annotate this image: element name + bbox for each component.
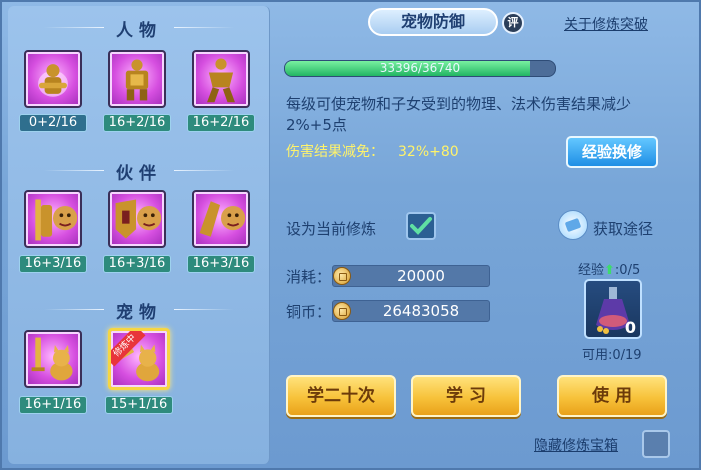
hide-chest-label: 隐藏修炼宝箱	[534, 438, 618, 454]
skill-level: 15+1/16	[105, 396, 173, 414]
hide-chest-checkbox[interactable]	[642, 430, 670, 458]
learn-twenty-button[interactable]: 学二十次	[286, 375, 396, 417]
exp-exchange-button[interactable]: 经验换修	[566, 136, 658, 168]
reduction-value: 32%+80	[398, 144, 459, 160]
up-arrow-icon: ⬆	[604, 263, 615, 278]
detail-panel: 宠物防御 评 关于修炼突破 33396/36740 每级可使宠物和子女受到的物理…	[272, 0, 701, 470]
skill-level: 16+3/16	[19, 255, 87, 273]
skill-partner-3[interactable]	[192, 190, 250, 248]
skill-level: 16+3/16	[187, 255, 255, 273]
pet-sword-cat-icon	[31, 337, 73, 381]
skill-character-2[interactable]	[108, 50, 166, 108]
available-count: 可用:0/19	[582, 348, 642, 363]
skill-character-3[interactable]	[192, 50, 250, 108]
checkmark-icon	[410, 217, 432, 235]
partner-shield-icon	[115, 199, 162, 239]
potion-count: 0	[624, 318, 636, 337]
coin-icon	[333, 267, 351, 285]
partner-gauntlet-icon	[199, 201, 246, 237]
skill-pet-2[interactable]: 修炼中	[108, 328, 170, 390]
skill-level: 16+2/16	[103, 114, 171, 132]
partner-sword-icon	[35, 199, 78, 241]
set-current-label: 设为当前修炼	[286, 220, 377, 238]
skill-partner-2[interactable]	[108, 190, 166, 248]
coins-value: 26483058	[382, 302, 460, 320]
coins-field: 26483058	[332, 300, 490, 322]
obtain-link[interactable]: 获取途径	[593, 218, 653, 239]
skill-level: 16+3/16	[103, 255, 171, 273]
exp-progress-bar: 33396/36740	[284, 60, 556, 77]
exp-potion-slot[interactable]: 0	[584, 279, 642, 339]
exp-value: :0/5	[614, 263, 641, 278]
set-current-checkbox[interactable]	[406, 212, 436, 240]
rate-badge[interactable]: 评	[502, 12, 524, 34]
exp-label: 经验	[578, 263, 605, 278]
skill-partner-1[interactable]	[24, 190, 82, 248]
exp-counter: 经验⬆:0/5	[578, 259, 640, 278]
warrior-stance-icon	[207, 58, 235, 103]
skill-character-1[interactable]	[24, 50, 82, 108]
skill-level: 16+2/16	[187, 114, 255, 132]
golden-warrior-icon	[38, 64, 68, 97]
reduction-label: 伤害结果减免：	[286, 144, 384, 160]
skill-list-panel: 人物 0+2/16 16+2/16 16+2/16 伙伴 16+3/16 16+…	[8, 6, 270, 464]
skill-title: 宠物防御	[368, 8, 498, 36]
section-title-character: 人物	[8, 16, 270, 41]
section-title-partner: 伙伴	[8, 159, 270, 184]
coin-icon	[333, 302, 351, 320]
skill-level: 0+2/16	[19, 114, 87, 132]
cost-value: 20000	[397, 267, 445, 285]
progress-text: 33396/36740	[379, 61, 461, 75]
skill-level: 16+1/16	[19, 396, 87, 414]
section-title-pet: 宠物	[8, 298, 270, 323]
cost-field: 20000	[332, 265, 490, 287]
coins-label: 铜币：	[286, 303, 332, 321]
skill-pet-1[interactable]	[24, 330, 82, 388]
cost-label: 消耗：	[286, 268, 332, 286]
armored-warrior-icon	[125, 59, 149, 101]
use-button[interactable]: 使 用	[557, 375, 667, 417]
damage-reduction: 伤害结果减免： 32%+80	[286, 141, 459, 161]
breakthrough-link[interactable]: 关于修炼突破	[564, 14, 648, 34]
skill-description: 每级可使宠物和子女受到的物理、法术伤害结果减少2%+5点	[286, 95, 632, 134]
obtain-icon[interactable]	[558, 210, 588, 240]
learn-button[interactable]: 学 习	[411, 375, 521, 417]
